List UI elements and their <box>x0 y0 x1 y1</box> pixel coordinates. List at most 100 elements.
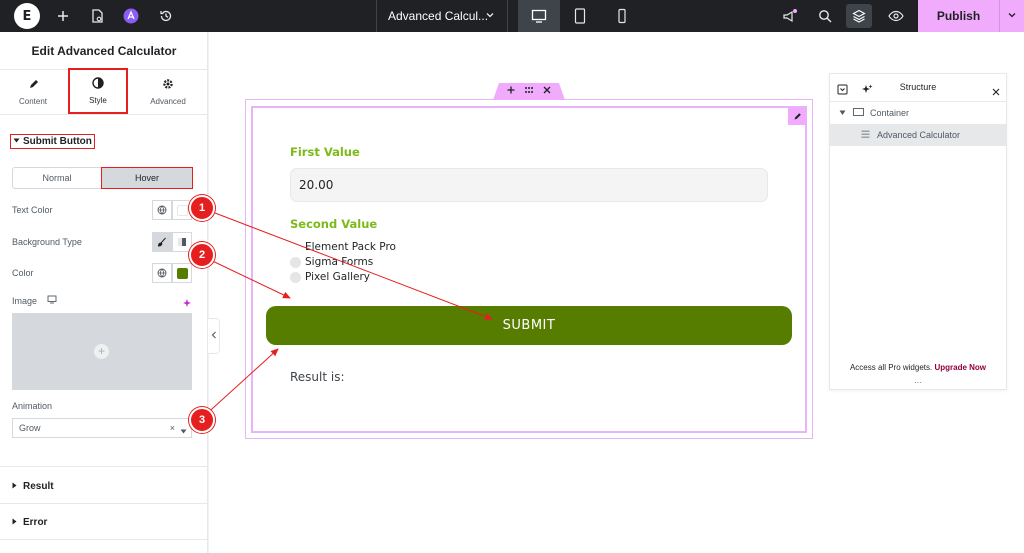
structure-item-container[interactable]: Container <box>830 102 1006 124</box>
result-section-title: Result <box>23 481 54 492</box>
tab-advanced-label: Advanced <box>150 97 186 106</box>
background-type-label: Background Type <box>12 237 82 247</box>
document-title: Advanced Calcul... <box>388 9 489 23</box>
caret-right-icon <box>12 481 17 492</box>
footer-text: Access all Pro widgets. <box>849 363 933 372</box>
callout-3: 3 <box>189 407 215 433</box>
container-handle[interactable] <box>493 83 565 100</box>
tab-style-label: Style <box>89 96 107 105</box>
radio-button[interactable] <box>290 256 301 268</box>
radio-option[interactable]: Sigma Forms <box>290 256 373 268</box>
preview-eye-icon[interactable] <box>886 6 906 26</box>
drag-handle-icon[interactable] <box>524 86 534 97</box>
add-image-icon[interactable]: + <box>94 344 109 359</box>
chevron-down-icon <box>485 9 495 23</box>
divider <box>0 539 208 540</box>
ai-assistant-icon[interactable] <box>121 6 141 26</box>
document-title-dropdown[interactable]: Advanced Calcul... <box>376 0 508 32</box>
state-toggle: Normal Hover <box>12 167 193 189</box>
half-circle-icon <box>92 77 104 92</box>
tab-content-label: Content <box>18 96 48 106</box>
text-color-swatch <box>176 204 188 216</box>
state-normal-tab[interactable]: Normal <box>13 168 101 188</box>
result-text: Result is: <box>290 370 345 384</box>
desktop-icon[interactable] <box>529 6 549 26</box>
divider <box>0 466 208 467</box>
structure-item-advanced-calculator[interactable]: Advanced Calculator <box>830 124 1006 146</box>
add-element-icon[interactable] <box>53 6 73 26</box>
second-value-label: Second Value <box>290 217 378 231</box>
caret-down-icon[interactable] <box>839 108 846 118</box>
elementor-logo[interactable]: E <box>14 3 40 29</box>
error-section-header[interactable]: Error <box>12 517 47 528</box>
submit-button-section-header[interactable]: Submit Button <box>10 134 95 149</box>
callout-2: 2 <box>189 242 215 268</box>
animation-label: Animation <box>12 401 53 411</box>
animation-value: Grow <box>19 423 41 433</box>
search-icon[interactable] <box>815 6 835 26</box>
container-icon <box>853 108 864 118</box>
clear-icon[interactable]: × <box>170 423 175 433</box>
whats-new-icon[interactable] <box>780 6 800 26</box>
upgrade-now-link[interactable]: Upgrade Now <box>934 363 986 372</box>
color-label: Color <box>12 268 34 278</box>
radio-label: Pixel Gallery <box>305 271 371 283</box>
edit-widget-icon[interactable] <box>788 108 806 125</box>
animation-select[interactable]: Grow × <box>12 418 192 438</box>
top-bar: E Advanced Calcul... Publish <box>0 0 1024 32</box>
result-section-header[interactable]: Result <box>12 481 54 492</box>
radio-button[interactable] <box>290 242 301 253</box>
radio-label: Sigma Forms <box>305 256 374 268</box>
callout-1: 1 <box>189 195 215 221</box>
tablet-icon[interactable] <box>570 6 590 26</box>
ai-sparkle-icon[interactable] <box>183 295 193 313</box>
color-swatch <box>176 267 188 279</box>
desktop-icon[interactable] <box>47 295 57 306</box>
close-icon[interactable] <box>992 83 1000 101</box>
add-icon[interactable] <box>507 86 515 97</box>
state-hover-tab[interactable]: Hover <box>101 167 193 189</box>
layers-icon[interactable] <box>849 6 869 26</box>
panel-tabs: Content Style Advanced <box>0 68 208 115</box>
radio-button[interactable] <box>290 271 301 283</box>
resize-handle[interactable]: ··· <box>914 379 922 387</box>
tab-style[interactable]: Style <box>68 68 128 114</box>
image-label: Image <box>12 295 38 306</box>
chevron-down-icon <box>1007 7 1017 25</box>
tab-content[interactable]: Content <box>0 70 66 114</box>
tab-advanced[interactable]: Advanced <box>135 70 201 114</box>
first-value-label: First Value <box>290 145 360 159</box>
mobile-icon[interactable] <box>612 6 632 26</box>
radio-label: Element Pack Pro <box>305 241 396 253</box>
history-icon[interactable] <box>156 6 176 26</box>
color-picker[interactable] <box>172 263 192 283</box>
error-section-title: Error <box>23 517 48 528</box>
caret-right-icon <box>12 517 17 528</box>
caret-down-icon <box>13 136 20 147</box>
editor-panel: Edit Advanced Calculator Content Style A… <box>0 32 208 553</box>
radio-option[interactable]: Pixel Gallery <box>290 271 370 283</box>
section-title: Submit Button <box>23 136 92 147</box>
globe-icon[interactable] <box>152 263 172 283</box>
first-value-input[interactable]: 20.00 <box>290 168 768 202</box>
structure-footer: Access all Pro widgets. Upgrade Now <box>830 363 1006 372</box>
collapse-panel-button[interactable] <box>208 318 220 354</box>
structure-panel: Structure Container Advanced Calculator … <box>829 73 1007 390</box>
publish-options-button[interactable] <box>999 0 1024 32</box>
text-color-label: Text Color <box>12 205 53 215</box>
page-settings-icon[interactable] <box>87 6 107 26</box>
submit-button[interactable]: SUBMIT <box>266 306 792 345</box>
structure-item-label: Advanced Calculator <box>877 130 961 140</box>
brush-icon[interactable] <box>152 232 172 252</box>
image-label-row: Image <box>12 295 57 306</box>
radio-option[interactable]: Element Pack Pro <box>290 241 396 253</box>
publish-button[interactable]: Publish <box>918 0 999 32</box>
close-icon[interactable] <box>543 86 551 97</box>
divider <box>0 503 208 504</box>
structure-title: Structure <box>899 82 937 92</box>
globe-icon[interactable] <box>152 200 172 220</box>
image-chooser[interactable]: + <box>12 313 192 390</box>
gear-icon <box>162 78 174 93</box>
chevron-left-icon <box>211 331 217 341</box>
caret-down-icon[interactable] <box>180 426 187 436</box>
